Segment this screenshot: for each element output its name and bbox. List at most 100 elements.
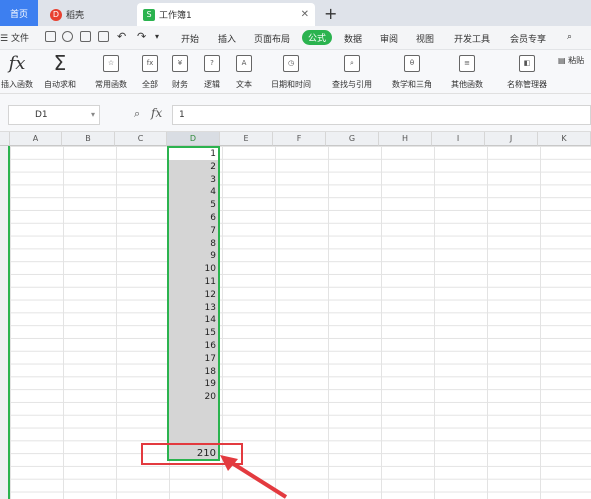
cell-d17[interactable]: 17 <box>169 353 218 365</box>
fx-icon[interactable]: fx <box>151 106 162 120</box>
menu-item-member[interactable]: 会员专享 <box>510 32 546 45</box>
name-box-dropdown-icon[interactable]: ▾ <box>91 110 95 119</box>
cell-d1[interactable]: 1 <box>169 148 218 160</box>
paste-icon: ▤ <box>558 56 566 65</box>
math-icon: θ <box>404 54 420 72</box>
menu-item-view[interactable]: 视图 <box>416 32 434 45</box>
all-functions-label: 全部 <box>142 80 158 89</box>
insert-function-label: 插入函数 <box>1 80 33 89</box>
tab-workbook[interactable]: S 工作簿1 ✕ <box>137 3 315 26</box>
cell-d20[interactable]: 20 <box>169 391 218 403</box>
text-function-icon: A <box>236 54 252 72</box>
cell-d18[interactable]: 18 <box>169 366 218 378</box>
name-manager-icon: ◧ <box>519 54 535 72</box>
star-function-icon: ☆ <box>103 54 119 72</box>
daoke-tab-label: 稻壳 <box>66 11 85 21</box>
close-tab-icon[interactable]: ✕ <box>301 9 309 20</box>
math-trig-button[interactable]: θ 数学和三角 <box>386 52 438 90</box>
math-trig-label: 数学和三角 <box>392 80 432 89</box>
workbook-tab-label: 工作簿1 <box>159 11 192 21</box>
new-tab-plus-icon[interactable]: + <box>324 4 337 23</box>
hamburger-icon: ☰ <box>0 34 9 44</box>
cell-d4[interactable]: 4 <box>169 186 218 198</box>
formula-input[interactable]: 1 <box>172 105 591 125</box>
insert-function-button[interactable]: fx 插入函数 <box>0 52 34 90</box>
name-box[interactable]: D1 ▾ <box>8 105 100 125</box>
cell-grid[interactable] <box>10 146 591 499</box>
lookup-button[interactable]: ⌕ 查找与引用 <box>324 52 380 90</box>
corner-select-all[interactable] <box>0 132 10 146</box>
autosum-button[interactable]: Σ 自动求和 <box>38 51 82 90</box>
zoom-icon[interactable]: ⌕ <box>134 107 140 121</box>
tab-daoke[interactable]: D 稻壳 <box>44 3 129 26</box>
tab-home[interactable]: 首页 <box>0 0 38 26</box>
print-icon[interactable] <box>80 31 91 42</box>
other-functions-button[interactable]: ≡ 其他函数 <box>444 52 490 90</box>
cell-d11[interactable]: 11 <box>169 276 218 288</box>
cell-d9[interactable]: 9 <box>169 250 218 262</box>
col-header-g[interactable]: G <box>326 132 379 146</box>
datetime-label: 日期和时间 <box>271 80 311 89</box>
undo-icon[interactable]: ↶ <box>117 30 126 43</box>
name-box-value: D1 <box>35 110 48 120</box>
financial-button[interactable]: ¥ 财务 <box>168 52 192 90</box>
formula-bar: D1 ▾ ⌕ fx 1 <box>0 94 591 132</box>
other-functions-icon: ≡ <box>459 54 475 72</box>
menu-item-formulas[interactable]: 公式 <box>302 30 332 45</box>
cell-d6[interactable]: 6 <box>169 212 218 224</box>
all-functions-button[interactable]: fx 全部 <box>138 52 162 90</box>
name-manager-label: 名称管理器 <box>507 80 547 89</box>
cell-d13[interactable]: 13 <box>169 302 218 314</box>
print-preview-icon[interactable] <box>98 31 109 42</box>
col-header-c[interactable]: C <box>115 132 167 146</box>
redo-icon[interactable]: ↷ <box>137 30 146 43</box>
cell-d19[interactable]: 19 <box>169 378 218 390</box>
col-header-e[interactable]: E <box>220 132 273 146</box>
datetime-button[interactable]: ◷ 日期和时间 <box>266 52 316 90</box>
col-header-k[interactable]: K <box>538 132 591 146</box>
cell-d10[interactable]: 10 <box>169 263 218 275</box>
menu-item-review[interactable]: 审阅 <box>380 32 398 45</box>
cell-d16[interactable]: 16 <box>169 340 218 352</box>
search-icon[interactable]: ⌕ <box>567 32 572 42</box>
save-icon[interactable] <box>45 31 56 42</box>
text-functions-button[interactable]: A 文本 <box>232 52 256 90</box>
menu-item-developer[interactable]: 开发工具 <box>454 32 490 45</box>
cell-d12[interactable]: 12 <box>169 289 218 301</box>
menu-item-data[interactable]: 数据 <box>344 32 362 45</box>
customize-dropdown-icon[interactable]: ▾ <box>155 32 159 41</box>
financial-icon: ¥ <box>172 54 188 72</box>
pointer-arrow-icon <box>220 455 288 499</box>
col-header-i[interactable]: I <box>432 132 485 146</box>
col-header-a[interactable]: A <box>10 132 62 146</box>
col-header-b[interactable]: B <box>62 132 115 146</box>
cell-d5[interactable]: 5 <box>169 199 218 211</box>
file-menu[interactable]: ☰ 文件 <box>0 31 29 44</box>
paste-button[interactable]: ▤ 粘贴 <box>558 55 584 66</box>
lookup-icon: ⌕ <box>344 54 360 72</box>
logical-icon: ? <box>204 54 220 72</box>
col-header-h[interactable]: H <box>379 132 432 146</box>
home-tab-label: 首页 <box>9 9 28 20</box>
menu-item-insert[interactable]: 插入 <box>218 32 236 45</box>
col-header-d[interactable]: D <box>167 132 220 146</box>
export-icon[interactable] <box>62 31 73 42</box>
cell-d14[interactable]: 14 <box>169 314 218 326</box>
name-manager-button[interactable]: ◧ 名称管理器 <box>502 52 552 90</box>
all-functions-icon: fx <box>142 54 158 72</box>
menu-item-home[interactable]: 开始 <box>181 32 199 45</box>
cell-d7[interactable]: 7 <box>169 225 218 237</box>
logical-button[interactable]: ? 逻辑 <box>200 52 224 90</box>
title-bar: 首页 D 稻壳 S 工作簿1 ✕ + <box>0 0 591 26</box>
col-header-j[interactable]: J <box>485 132 538 146</box>
cell-d2[interactable]: 2 <box>169 161 218 173</box>
common-functions-button[interactable]: ☆ 常用函数 <box>88 52 134 90</box>
row-headers[interactable] <box>0 146 10 499</box>
formula-value: 1 <box>179 110 185 120</box>
cell-d3[interactable]: 3 <box>169 174 218 186</box>
cell-d8[interactable]: 8 <box>169 238 218 250</box>
text-functions-label: 文本 <box>236 80 252 89</box>
col-header-f[interactable]: F <box>273 132 326 146</box>
menu-item-page-layout[interactable]: 页面布局 <box>254 32 290 45</box>
cell-d15[interactable]: 15 <box>169 327 218 339</box>
